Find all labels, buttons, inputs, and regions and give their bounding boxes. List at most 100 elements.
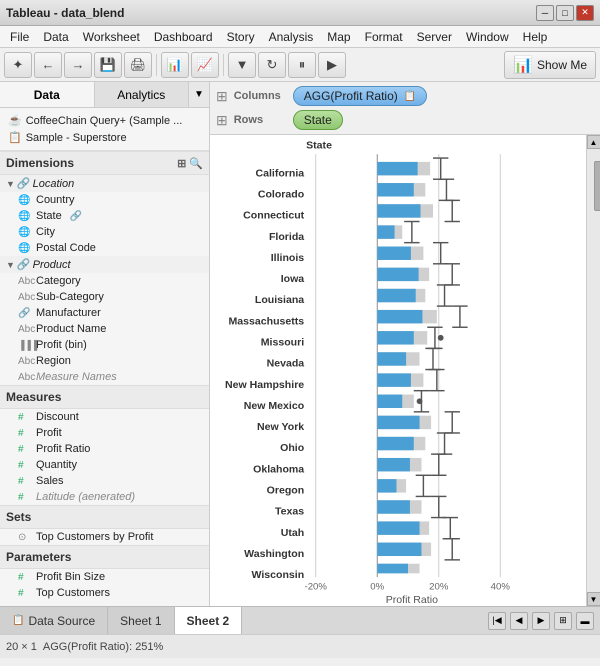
subcategory-abc-icon: Abc — [18, 292, 32, 303]
show-me-icon: 📊 — [513, 55, 533, 75]
dimensions-grid-icon[interactable]: ⊞ — [177, 157, 186, 170]
data-source-superstore[interactable]: 📋 Sample - Superstore — [4, 129, 205, 146]
tab-nav-prev[interactable]: ◀ — [510, 612, 528, 630]
toolbar-refresh[interactable]: ↻ — [258, 52, 286, 78]
menu-server[interactable]: Server — [411, 28, 458, 46]
tab-analytics[interactable]: Analytics — [95, 82, 190, 107]
dot-missouri — [438, 335, 444, 341]
data-source-coffee[interactable]: ☕ CoffeeChain Query+ (Sample ... — [4, 112, 205, 129]
columns-pill[interactable]: AGG(Profit Ratio) 📋 — [293, 86, 427, 106]
row-illinois: Illinois — [271, 252, 305, 264]
close-button[interactable]: ✕ — [576, 5, 594, 21]
bar-blue-massachusetts — [377, 310, 422, 323]
field-latitude[interactable]: # Latitude (aenerated) — [0, 489, 209, 505]
field-sales[interactable]: # Sales — [0, 473, 209, 489]
tab-nav-first[interactable]: |◀ — [488, 612, 506, 630]
latitude-hash-icon: # — [18, 492, 32, 503]
category-label: Category — [36, 275, 81, 287]
field-product-name[interactable]: Abc Product Name — [0, 321, 209, 337]
toolbar-save[interactable]: 💾 — [94, 52, 122, 78]
row-utah: Utah — [281, 527, 304, 539]
data-sources: ☕ CoffeeChain Query+ (Sample ... 📋 Sampl… — [0, 108, 209, 151]
menu-window[interactable]: Window — [460, 28, 515, 46]
menu-file[interactable]: File — [4, 28, 35, 46]
field-country[interactable]: 🌐 Country — [0, 192, 209, 208]
row-ohio: Ohio — [280, 442, 305, 454]
chart-svg: State -20% 0% 20% 40% Profit Ratio — [210, 135, 600, 606]
region-label: Region — [36, 355, 71, 367]
rows-pill[interactable]: State — [293, 110, 343, 130]
menu-story[interactable]: Story — [221, 28, 261, 46]
toolbar: ✦ ← → 💾 🖨 📊 📈 ▼ ↻ ⏸ ▶ 📊 Show Me — [0, 48, 600, 82]
dimensions-search-icon[interactable]: 🔍 — [189, 157, 203, 170]
toolbar-chart1[interactable]: 📊 — [161, 52, 189, 78]
tab-spacer — [242, 607, 482, 634]
field-category[interactable]: Abc Category — [0, 273, 209, 289]
chart-scrollbar[interactable]: ▲ ▼ — [586, 135, 600, 606]
toolbar-present[interactable]: ▶ — [318, 52, 346, 78]
toolbar-print[interactable]: 🖨 — [124, 52, 152, 78]
tab-nav-next[interactable]: ▶ — [532, 612, 550, 630]
category-abc-icon: Abc — [18, 276, 32, 287]
menu-data[interactable]: Data — [37, 28, 74, 46]
show-me-button[interactable]: 📊 Show Me — [504, 51, 596, 79]
menu-worksheet[interactable]: Worksheet — [77, 28, 146, 46]
field-profit-ratio[interactable]: # Profit Ratio — [0, 441, 209, 457]
tab-grid-view[interactable]: ⊞ — [554, 612, 572, 630]
row-nevada: Nevada — [267, 358, 305, 370]
tab-data-source[interactable]: 📋 Data Source — [0, 607, 108, 634]
param-top-customers[interactable]: # Top Customers — [0, 585, 209, 601]
location-group: ▼ 🔗 Location 🌐 Country 🌐 State 🔗 � — [0, 175, 209, 256]
set-top-customers[interactable]: ⊙ Top Customers by Profit — [0, 529, 209, 545]
maximize-button[interactable]: □ — [556, 5, 574, 21]
tab-data[interactable]: Data — [0, 82, 95, 107]
field-subcategory[interactable]: Abc Sub-Category — [0, 289, 209, 305]
dimensions-list: ▼ 🔗 Location 🌐 Country 🌐 State 🔗 � — [0, 175, 209, 385]
scroll-down-button[interactable]: ▼ — [587, 592, 600, 606]
dimensions-header-icons: ⊞ 🔍 — [177, 157, 203, 170]
field-measure-names[interactable]: Abc Measure Names — [0, 369, 209, 385]
menu-analysis[interactable]: Analysis — [263, 28, 320, 46]
scroll-thumb[interactable] — [594, 161, 600, 211]
tab-present[interactable]: ▬ — [576, 612, 594, 630]
toolbar-separator-1 — [156, 54, 157, 76]
field-quantity[interactable]: # Quantity — [0, 457, 209, 473]
field-profit-bin[interactable]: ▐▐▐ Profit (bin) — [0, 337, 209, 353]
status-size: 20 × 1 — [6, 641, 37, 653]
bar-blue-colorado — [377, 183, 414, 196]
toolbar-back[interactable]: ← — [34, 52, 62, 78]
discount-label: Discount — [36, 411, 79, 423]
menu-map[interactable]: Map — [321, 28, 356, 46]
field-city[interactable]: 🌐 City — [0, 224, 209, 240]
toolbar-new[interactable]: ✦ — [4, 52, 32, 78]
left-panel-scroll[interactable]: ☕ CoffeeChain Query+ (Sample ... 📋 Sampl… — [0, 108, 209, 606]
field-state[interactable]: 🌐 State 🔗 — [0, 208, 209, 224]
field-region[interactable]: Abc Region — [0, 353, 209, 369]
menu-format[interactable]: Format — [359, 28, 409, 46]
location-expand-arrow: ▼ — [6, 179, 15, 189]
toolbar-forward[interactable]: → — [64, 52, 92, 78]
menu-bar: File Data Worksheet Dashboard Story Anal… — [0, 26, 600, 48]
menu-help[interactable]: Help — [517, 28, 554, 46]
tab-sheet1[interactable]: Sheet 1 — [108, 607, 174, 634]
field-postal-code[interactable]: 🌐 Postal Code — [0, 240, 209, 256]
menu-dashboard[interactable]: Dashboard — [148, 28, 219, 46]
panel-tab-arrow[interactable]: ▼ — [189, 82, 209, 107]
scroll-up-button[interactable]: ▲ — [587, 135, 600, 149]
product-group-header[interactable]: ▼ 🔗 Product — [0, 256, 209, 273]
set-icon: ⊙ — [18, 532, 32, 543]
param-profit-bin-size[interactable]: # Profit Bin Size — [0, 569, 209, 585]
row-colorado: Colorado — [258, 188, 305, 200]
field-manufacturer[interactable]: 🔗 Manufacturer — [0, 305, 209, 321]
minimize-button[interactable]: ─ — [536, 5, 554, 21]
tab-sheet2[interactable]: Sheet 2 — [175, 607, 243, 634]
toolbar-chart2[interactable]: 📈 — [191, 52, 219, 78]
field-profit[interactable]: # Profit — [0, 425, 209, 441]
toolbar-pause[interactable]: ⏸ — [288, 52, 316, 78]
country-label: Country — [36, 194, 75, 206]
field-discount[interactable]: # Discount — [0, 409, 209, 425]
bar-blue-nevada — [377, 352, 406, 365]
product-group-icon: 🔗 — [17, 258, 31, 271]
location-group-header[interactable]: ▼ 🔗 Location — [0, 175, 209, 192]
toolbar-filter[interactable]: ▼ — [228, 52, 256, 78]
